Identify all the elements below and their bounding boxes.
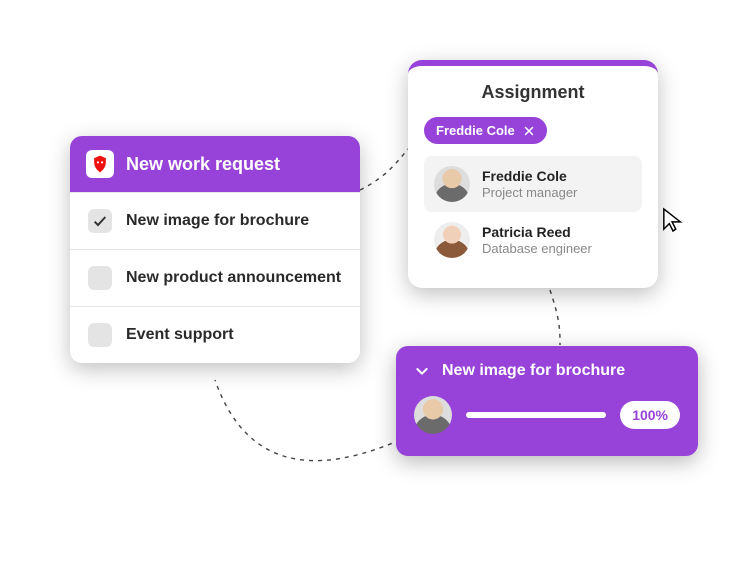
request-item[interactable]: New product announcement: [70, 249, 360, 306]
request-item-label: New image for brochure: [126, 211, 309, 232]
assignee-chip[interactable]: Freddie Cole: [424, 117, 547, 144]
work-request-header: New work request: [70, 136, 360, 192]
assignment-card: Assignment Freddie Cole Freddie Cole Pro…: [408, 60, 658, 288]
progress-title: New image for brochure: [442, 362, 625, 380]
person-option[interactable]: Patricia Reed Database engineer: [424, 212, 642, 268]
avatar: [434, 166, 470, 202]
progress-header[interactable]: New image for brochure: [414, 362, 680, 380]
person-name: Freddie Cole: [482, 168, 577, 185]
avatar: [414, 396, 452, 434]
person-name: Patricia Reed: [482, 224, 592, 241]
checkbox-icon[interactable]: [88, 209, 112, 233]
checkbox-icon[interactable]: [88, 323, 112, 347]
progress-bar[interactable]: [466, 412, 606, 418]
work-request-card: New work request New image for brochure …: [70, 136, 360, 363]
request-item-label: Event support: [126, 325, 234, 346]
request-item-label: New product announcement: [126, 268, 341, 289]
request-item[interactable]: Event support: [70, 306, 360, 363]
chevron-down-icon: [414, 363, 430, 379]
progress-card: New image for brochure 100%: [396, 346, 698, 456]
lion-shield-icon: [86, 150, 114, 178]
cursor-icon: [662, 206, 684, 234]
assignee-chip-label: Freddie Cole: [436, 123, 515, 138]
person-role: Project manager: [482, 185, 577, 201]
progress-percent: 100%: [620, 401, 680, 429]
request-item[interactable]: New image for brochure: [70, 192, 360, 249]
checkbox-icon[interactable]: [88, 266, 112, 290]
assignment-title: Assignment: [424, 82, 642, 103]
avatar: [434, 222, 470, 258]
person-role: Database engineer: [482, 241, 592, 257]
person-option[interactable]: Freddie Cole Project manager: [424, 156, 642, 212]
close-icon[interactable]: [523, 125, 535, 137]
work-request-title: New work request: [126, 154, 280, 175]
